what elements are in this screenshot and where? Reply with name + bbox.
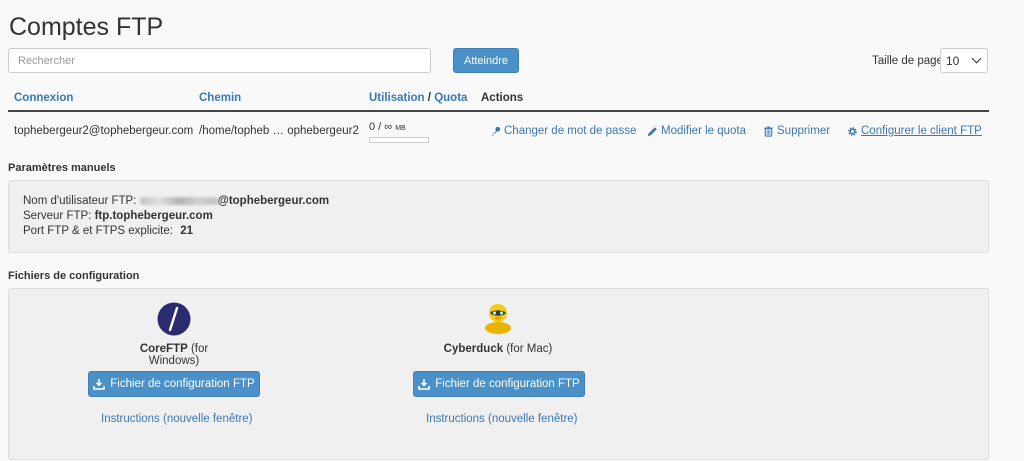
download-icon: [93, 379, 106, 390]
cyberduck-download-label: Fichier de configuration FTP: [435, 378, 580, 390]
header-divider: [8, 110, 989, 112]
search-input[interactable]: [8, 48, 431, 73]
server-value: ftp.tophebergeur.com: [94, 210, 213, 222]
page-size-value: 10: [946, 53, 960, 68]
coreftp-logo-icon: [157, 302, 191, 336]
header-actions: Actions: [481, 92, 524, 104]
header-slash: /: [427, 92, 431, 104]
change-password-label: Changer de mot de passe: [504, 125, 637, 137]
server-row: Serveur FTP: ftp.tophebergeur.com: [23, 210, 213, 222]
delete-label: Supprimer: [777, 125, 831, 137]
chevron-down-icon: [971, 53, 982, 64]
cyberduck-download-button[interactable]: Fichier de configuration FTP: [413, 371, 585, 397]
configure-client-action[interactable]: Configurer le client FTP: [847, 125, 982, 137]
manual-section-title: Paramètres manuels: [8, 162, 116, 174]
download-icon: [418, 379, 431, 390]
search-go-button[interactable]: Atteindre: [453, 48, 519, 73]
coreftp-download-label: Fichier de configuration FTP: [110, 378, 255, 390]
row-path: /home/topheb … ophebergeur2: [199, 125, 359, 137]
row-usage-value: 0 / ∞: [369, 121, 393, 133]
modify-quota-action[interactable]: Modifier le quota: [647, 125, 746, 137]
usage-progress-bar: [369, 137, 429, 143]
page-size-select[interactable]: 10: [940, 48, 988, 73]
config-section-title: Fichiers de configuration: [8, 270, 140, 282]
header-usage[interactable]: Utilisation: [369, 92, 425, 104]
coreftp-title: CoreFTP: [139, 343, 188, 355]
coreftp-instructions-link[interactable]: Instructions (nouvelle fenêtre): [101, 413, 253, 425]
username-label: Nom d'utilisateur FTP:: [23, 195, 137, 207]
username-domain: @tophebergeur.com: [217, 195, 330, 207]
pencil-icon: [647, 126, 657, 136]
row-usage-unit: MB: [395, 125, 406, 132]
cyberduck-logo-icon: [485, 304, 511, 334]
cyberduck-title: Cyberduck: [443, 343, 504, 355]
header-quota[interactable]: Quota: [434, 92, 467, 104]
cyberduck-name: Cyberduck (for Mac): [438, 343, 558, 355]
coreftp-name: CoreFTP (for Windows): [118, 343, 230, 367]
header-login[interactable]: Connexion: [14, 92, 73, 104]
cyberduck-instructions-link[interactable]: Instructions (nouvelle fenêtre): [426, 413, 578, 425]
port-value: 21: [180, 225, 193, 237]
delete-action[interactable]: Supprimer: [763, 125, 830, 137]
page-title: Comptes FTP: [9, 13, 164, 41]
coreftp-download-button[interactable]: Fichier de configuration FTP: [88, 371, 260, 397]
configure-client-label: Configurer le client FTP: [861, 125, 982, 137]
port-row: Port FTP & et FTPS explicite: 21: [23, 225, 193, 237]
key-icon: [491, 126, 501, 136]
page-size-label: Taille de page: [872, 55, 943, 67]
port-label: Port FTP & et FTPS explicite:: [23, 225, 173, 237]
server-label: Serveur FTP:: [23, 210, 92, 222]
gear-icon: [848, 126, 857, 136]
username-row: Nom d'utilisateur FTP: @tophebergeur.com: [23, 195, 329, 207]
row-usage: 0 / ∞ MB: [369, 121, 406, 133]
username-blurred: [139, 196, 218, 205]
cyberduck-platform: (for Mac): [506, 343, 553, 355]
trash-icon: [764, 126, 773, 137]
modify-quota-label: Modifier le quota: [661, 125, 747, 137]
header-path[interactable]: Chemin: [199, 92, 241, 104]
header-usage-quota: Utilisation / Quota: [369, 92, 467, 104]
row-login: tophebergeur2@tophebergeur.com: [14, 125, 194, 137]
change-password-action[interactable]: Changer de mot de passe: [490, 125, 636, 137]
